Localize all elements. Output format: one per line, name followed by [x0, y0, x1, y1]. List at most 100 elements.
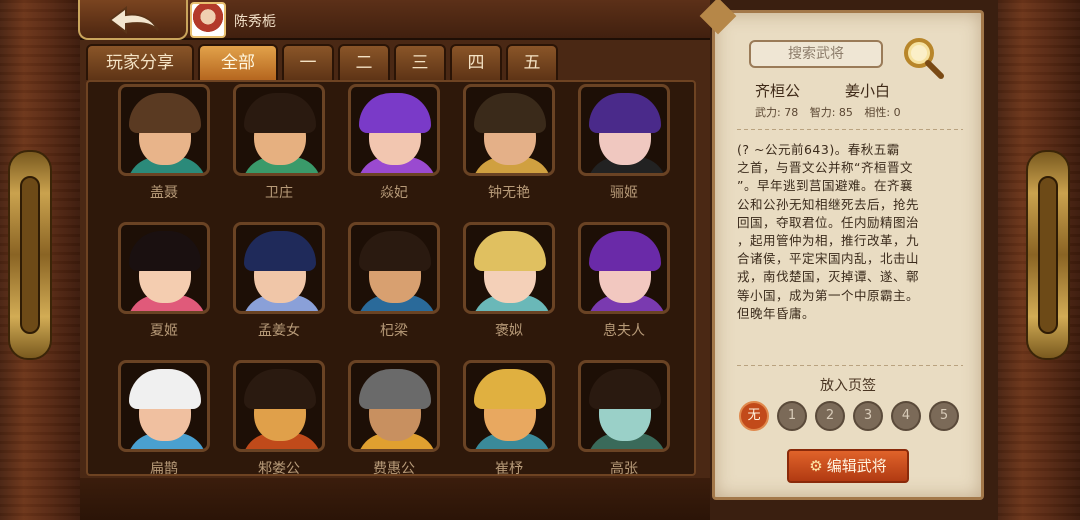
player-avatar[interactable]: [190, 2, 226, 38]
edit-hero-label: 编辑武将: [826, 457, 887, 475]
stat-affinity: 相性: 0: [864, 106, 901, 119]
bio-line: ”。早年逃到莒国避难。在齐襄: [737, 178, 913, 194]
hero-portrait: [233, 360, 325, 452]
hero-portrait: [233, 222, 325, 314]
tab-4[interactable]: 四: [450, 44, 502, 80]
hero-card[interactable]: 费惠公: [346, 360, 442, 486]
hero-name: 钟无艳: [488, 185, 530, 201]
hero-portrait: [578, 360, 670, 452]
hero-card[interactable]: 夏姬: [116, 222, 212, 348]
tab-5[interactable]: 五: [506, 44, 558, 80]
hero-card[interactable]: 卫庄: [231, 84, 327, 210]
bookmark-3[interactable]: 3: [853, 401, 883, 431]
tab-1[interactable]: 一: [282, 44, 334, 80]
bio-line: 之首，与晋文公并称“齐桓晋文: [737, 160, 913, 176]
hero-card[interactable]: 焱妃: [346, 84, 442, 210]
bio-line: 回国，夺取君位。任内励精图治: [737, 214, 920, 230]
hero-name: 杞梁: [380, 323, 408, 339]
bookmark-1[interactable]: 1: [777, 401, 807, 431]
bookmark-5[interactable]: 5: [929, 401, 959, 431]
hero-grid: 盖聂 卫庄 焱妃 钟无艳 骊姬 夏姬 孟姜女 杞梁 褒姒 息夫人 扁鹊 邾娄公 费惠公 崔杼 高张: [86, 80, 696, 477]
right-wood-frame: [998, 0, 1080, 520]
player-name: 陈秀栀: [234, 14, 276, 30]
hero-name: 孟姜女: [258, 323, 300, 339]
right-clasp-ornament: [1026, 150, 1070, 360]
hero-name: 盖聂: [150, 185, 178, 201]
hero-portrait: [463, 222, 555, 314]
gear-icon: ⚙: [809, 457, 823, 475]
hero-card[interactable]: 邾娄公: [231, 360, 327, 486]
portrait-hair: [244, 93, 316, 133]
hero-title: 齐桓公: [755, 82, 801, 100]
hero-portrait: [578, 222, 670, 314]
left-wood-frame: [0, 0, 80, 520]
hero-card[interactable]: 崔杼: [461, 360, 557, 486]
back-button[interactable]: [78, 0, 188, 40]
hero-portrait: [118, 222, 210, 314]
search-button[interactable]: [901, 35, 945, 79]
search-icon: [904, 38, 944, 79]
hero-name: 焱妃: [380, 185, 408, 201]
stat-force: 武力: 78: [755, 106, 799, 119]
bio-line: (? ~公元前643)。春秋五霸: [737, 142, 900, 157]
hero-card[interactable]: 高张: [576, 360, 672, 486]
tab-player-share[interactable]: 玩家分享: [86, 44, 194, 80]
hero-name: 邾娄公: [258, 461, 300, 477]
hero-card[interactable]: 杞梁: [346, 222, 442, 348]
portrait-hair: [244, 369, 316, 409]
hero-card[interactable]: 息夫人: [576, 222, 672, 348]
hero-card[interactable]: 盖聂: [116, 84, 212, 210]
search-input[interactable]: 搜索武将: [749, 40, 883, 68]
portrait-hair: [359, 369, 431, 409]
edit-hero-button[interactable]: ⚙ 编辑武将: [787, 449, 909, 483]
bookmark-2[interactable]: 2: [815, 401, 845, 431]
hero-card[interactable]: 钟无艳: [461, 84, 557, 210]
divider: [737, 129, 963, 130]
hero-portrait: [233, 84, 325, 176]
hero-portrait: [118, 360, 210, 452]
hero-name: 费惠公: [373, 461, 415, 477]
hero-portrait: [348, 222, 440, 314]
hero-portrait: [578, 84, 670, 176]
bio-line: 但晚年昏庸。: [737, 305, 816, 321]
hero-detail-panel: 搜索武将 齐桓公 姜小白 武力: 78 智力: 85 相性: 0 (? ~公元前…: [712, 10, 984, 500]
hero-card[interactable]: 骊姬: [576, 84, 672, 210]
tab-2[interactable]: 二: [338, 44, 390, 80]
hero-card[interactable]: 褒姒: [461, 222, 557, 348]
bookmark-none[interactable]: 无: [739, 401, 769, 431]
bio-line: 等小国，成为第一个中原霸主。: [737, 287, 920, 303]
bio-line: ，起用管仲为相，推行改革，九: [737, 233, 920, 249]
hero-card[interactable]: 孟姜女: [231, 222, 327, 348]
bottom-strip: [80, 478, 710, 520]
hero-name: 卫庄: [265, 185, 293, 201]
hero-name: 夏姬: [150, 323, 178, 339]
hero-name: 高张: [610, 461, 638, 477]
tab-all[interactable]: 全部: [198, 44, 278, 80]
hero-portrait: [118, 84, 210, 176]
hero-portrait: [463, 84, 555, 176]
hero-portrait: [348, 84, 440, 176]
portrait-hair: [589, 231, 661, 271]
bio-line: 戎，南伐楚国，灭掉谭、遂、鄣: [737, 269, 920, 285]
portrait-hair: [589, 93, 661, 133]
portrait-hair: [244, 231, 316, 271]
bio-line: 公和公孙无知相继死去后，抢先: [737, 196, 920, 212]
hero-name: 褒姒: [495, 323, 523, 339]
hero-alias: 姜小白: [845, 82, 891, 100]
left-clasp-ornament: [8, 150, 52, 360]
portrait-hair: [129, 231, 201, 271]
stat-intellect: 智力: 85: [809, 106, 853, 119]
bookmark-label: 放入页签: [820, 378, 876, 394]
hero-name: 骊姬: [610, 185, 638, 201]
tab-3[interactable]: 三: [394, 44, 446, 80]
bookmark-4[interactable]: 4: [891, 401, 921, 431]
hero-card[interactable]: 扁鹊: [116, 360, 212, 486]
hero-stats: 武力: 78 智力: 85 相性: 0: [755, 104, 909, 120]
bio-line: 合诸侯，平定宋国内乱，北击山: [737, 251, 920, 267]
portrait-hair: [474, 369, 546, 409]
portrait-hair: [359, 231, 431, 271]
hero-name: 息夫人: [603, 323, 645, 339]
portrait-hair: [474, 231, 546, 271]
hero-name: 崔杼: [495, 461, 523, 477]
back-arrow-icon: [108, 6, 159, 34]
